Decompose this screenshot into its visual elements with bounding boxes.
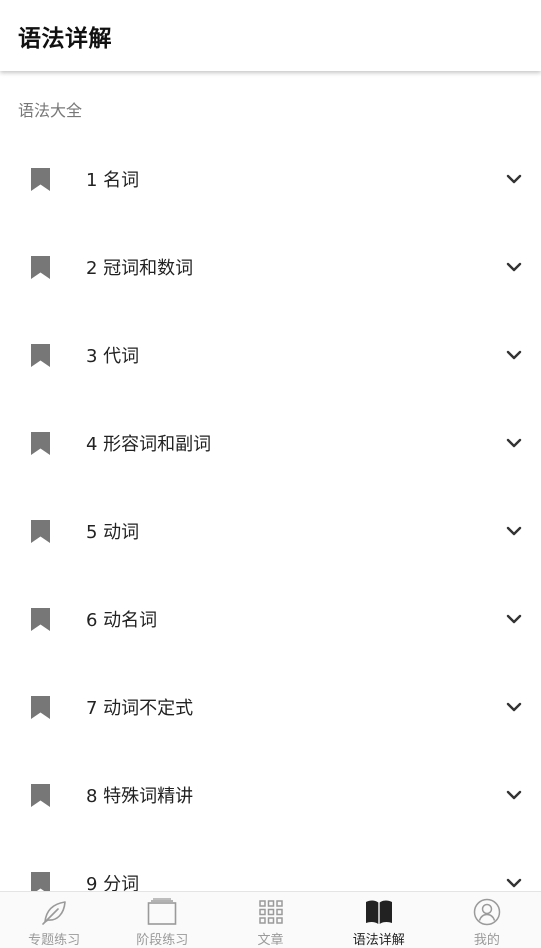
bookmark-icon: [31, 167, 50, 191]
chevron-down-icon[interactable]: [504, 609, 524, 629]
grammar-item[interactable]: 6 动名词: [0, 575, 541, 663]
grammar-item[interactable]: 3 代词: [0, 311, 541, 399]
tab-label: 文章: [257, 933, 284, 948]
grammar-item-label: 9 分词: [86, 874, 140, 891]
app-bar: 语法详解: [0, 0, 541, 71]
bookmark-icon: [31, 871, 50, 891]
tab-stage-practice[interactable]: 阶段练习: [108, 892, 216, 948]
grammar-item[interactable]: 4 形容词和副词: [0, 399, 541, 487]
bookmark-icon: [31, 519, 50, 543]
grammar-item[interactable]: 2 冠词和数词: [0, 223, 541, 311]
tab-label: 专题练习: [28, 933, 81, 948]
tab-articles[interactable]: 文章: [216, 892, 324, 948]
bookmark-icon: [31, 783, 50, 807]
bookmark-icon: [31, 343, 50, 367]
grammar-item-label: 6 动名词: [86, 610, 158, 631]
bookmark-icon: [31, 431, 50, 455]
chevron-down-icon[interactable]: [504, 873, 524, 891]
bookmark-icon: [31, 607, 50, 631]
grammar-item[interactable]: 5 动词: [0, 487, 541, 575]
grammar-item-label: 8 特殊词精讲: [86, 786, 194, 807]
grammar-item-label: 3 代词: [86, 346, 140, 367]
grammar-content[interactable]: 语法大全 1 名词 2 冠词和数词 3 代词 4 形容词和副词 5 动词 6 动…: [0, 71, 541, 891]
section-header: 语法大全: [18, 101, 83, 120]
tab-topic-practice[interactable]: 专题练习: [0, 892, 108, 948]
leaf-icon: [39, 898, 69, 926]
chevron-down-icon[interactable]: [504, 169, 524, 189]
grammar-item-label: 7 动词不定式: [86, 698, 194, 719]
user-icon: [472, 898, 502, 926]
tab-mine[interactable]: 我的: [433, 892, 541, 948]
grid-icon: [256, 898, 286, 926]
grammar-item[interactable]: 7 动词不定式: [0, 663, 541, 751]
chevron-down-icon[interactable]: [504, 433, 524, 453]
grammar-item-label: 2 冠词和数词: [86, 258, 194, 279]
grammar-item-label: 1 名词: [86, 170, 140, 191]
bottom-tab-bar: 专题练习 阶段练习 文章 语法详解 我的: [0, 891, 541, 948]
tab-label: 语法详解: [352, 933, 405, 948]
grammar-item[interactable]: 9 分词: [0, 839, 541, 891]
grammar-item-label: 4 形容词和副词: [86, 434, 212, 455]
open-book-icon: [364, 898, 394, 926]
tab-label: 阶段练习: [136, 933, 189, 948]
grammar-item[interactable]: 1 名词: [0, 135, 541, 223]
bookmark-icon: [31, 255, 50, 279]
page-title: 语法详解: [18, 25, 112, 52]
chevron-down-icon[interactable]: [504, 345, 524, 365]
chevron-down-icon[interactable]: [504, 785, 524, 805]
tab-label: 我的: [473, 933, 500, 948]
grammar-item[interactable]: 8 特殊词精讲: [0, 751, 541, 839]
grammar-item-label: 5 动词: [86, 522, 140, 543]
chevron-down-icon[interactable]: [504, 697, 524, 717]
folder-icon: [147, 898, 177, 926]
grammar-list: 1 名词 2 冠词和数词 3 代词 4 形容词和副词 5 动词 6 动名词 7 …: [0, 135, 541, 891]
app-root: 语法详解 语法大全 1 名词 2 冠词和数词 3 代词 4 形容词和副词 5 动…: [0, 0, 541, 948]
bookmark-icon: [31, 695, 50, 719]
chevron-down-icon[interactable]: [504, 257, 524, 277]
tab-grammar-details[interactable]: 语法详解: [325, 892, 433, 948]
chevron-down-icon[interactable]: [504, 521, 524, 541]
